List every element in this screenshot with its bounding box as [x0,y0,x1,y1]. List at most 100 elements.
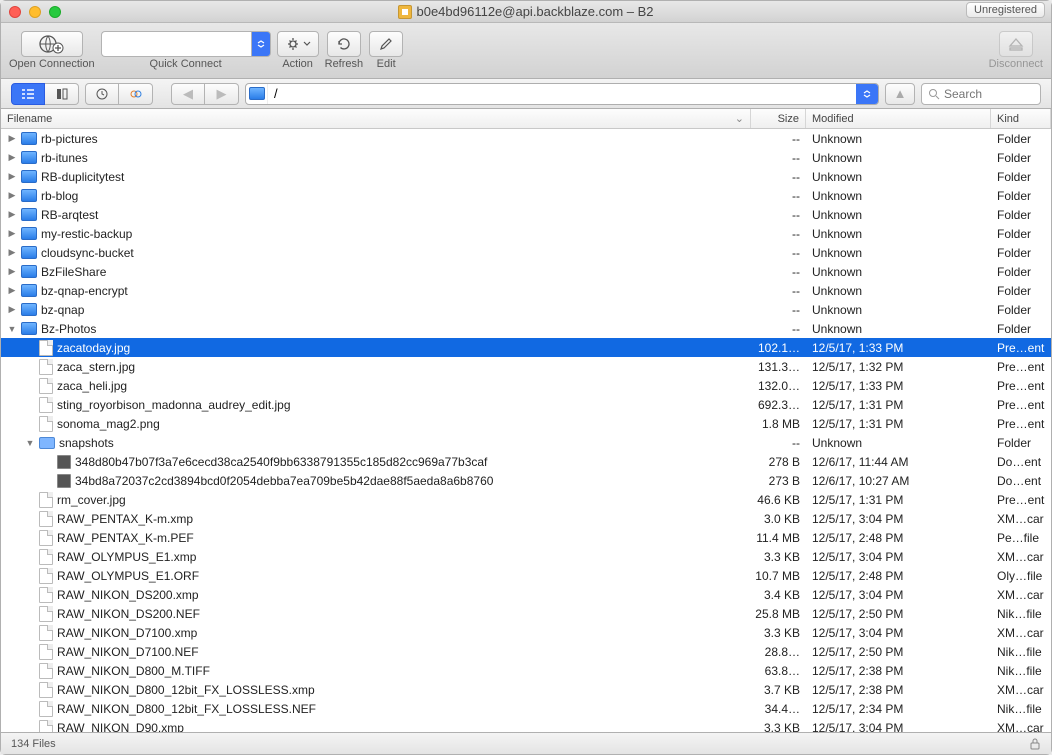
table-row[interactable]: ▶bz-qnap-encrypt--UnknownFolder [1,281,1051,300]
window-title-text: b0e4bd96112e@api.backblaze.com – B2 [416,4,653,19]
disclosure-triangle[interactable]: ▶ [7,133,17,144]
outline-view-button[interactable] [11,83,45,105]
search-box[interactable] [921,83,1041,105]
bonjour-button[interactable] [119,83,153,105]
column-filename[interactable]: Filename ⌄ [1,109,751,128]
outline-view-icon [20,87,36,101]
action-button[interactable] [277,31,319,57]
table-row[interactable]: RAW_OLYMPUS_E1.xmp3.3 KB12/5/17, 3:04 PM… [1,547,1051,566]
file-list[interactable]: ▶rb-pictures--UnknownFolder▶rb-itunes--U… [1,129,1051,732]
history-button[interactable] [85,83,119,105]
edit-button[interactable] [369,31,403,57]
disclosure-triangle[interactable]: ▶ [7,285,17,296]
disclosure-triangle[interactable]: ▶ [7,152,17,163]
table-row[interactable]: ▶BzFileShare--UnknownFolder [1,262,1051,281]
path-dropdown[interactable] [856,84,878,104]
path-text[interactable]: / [268,84,856,104]
drive-icon [21,151,37,164]
table-row[interactable]: ▶rb-itunes--UnknownFolder [1,148,1051,167]
table-row[interactable]: RAW_OLYMPUS_E1.ORF10.7 MB12/5/17, 2:48 P… [1,566,1051,585]
file-modified: 12/5/17, 1:33 PM [806,379,991,393]
file-kind: Do…ent [991,474,1051,488]
drive-icon [21,246,37,259]
file-kind: Folder [991,246,1051,260]
file-kind: Pre…ent [991,493,1051,507]
file-name: sonoma_mag2.png [57,417,160,431]
table-row[interactable]: sonoma_mag2.png1.8 MB12/5/17, 1:31 PMPre… [1,414,1051,433]
file-kind: XM…car [991,721,1051,733]
disconnect-label: Disconnect [989,58,1043,70]
file-kind: Folder [991,265,1051,279]
table-row[interactable]: ▶rb-pictures--UnknownFolder [1,129,1051,148]
file-size: 273 B [751,474,806,488]
unregistered-button[interactable]: Unregistered [966,2,1045,18]
file-modified: 12/5/17, 3:04 PM [806,588,991,602]
disclosure-triangle[interactable]: ▼ [25,438,35,448]
up-button[interactable]: ▲ [885,83,915,105]
file-icon [39,720,53,733]
table-row[interactable]: RAW_PENTAX_K-m.xmp3.0 KB12/5/17, 3:04 PM… [1,509,1051,528]
table-row[interactable]: zaca_heli.jpg132.0…12/5/17, 1:33 PMPre…e… [1,376,1051,395]
disclosure-triangle[interactable]: ▶ [7,209,17,220]
table-row[interactable]: ▶RB-arqtest--UnknownFolder [1,205,1051,224]
column-size[interactable]: Size [751,109,806,128]
disclosure-triangle[interactable]: ▶ [7,304,17,315]
file-name: RB-duplicitytest [41,170,124,184]
table-row[interactable]: RAW_NIKON_DS200.xmp3.4 KB12/5/17, 3:04 P… [1,585,1051,604]
table-row[interactable]: 34bd8a72037c2cd3894bcd0f2054debba7ea709b… [1,471,1051,490]
table-row[interactable]: ▶rb-blog--UnknownFolder [1,186,1051,205]
disclosure-triangle[interactable]: ▶ [7,266,17,277]
file-name: cloudsync-bucket [41,246,134,260]
table-row[interactable]: sting_royorbison_madonna_audrey_edit.jpg… [1,395,1051,414]
table-row[interactable]: RAW_NIKON_DS200.NEF25.8 MB12/5/17, 2:50 … [1,604,1051,623]
refresh-button[interactable] [327,31,361,57]
disconnect-button[interactable] [999,31,1033,57]
list-view-button[interactable] [45,83,79,105]
file-size: -- [751,265,806,279]
file-name: rb-blog [41,189,78,203]
column-kind[interactable]: Kind [991,109,1051,128]
search-input[interactable] [944,87,1024,101]
quick-connect-label: Quick Connect [150,58,222,70]
disclosure-triangle[interactable]: ▼ [7,324,17,334]
file-size: -- [751,170,806,184]
file-size: 3.3 KB [751,550,806,564]
table-row[interactable]: ▶bz-qnap--UnknownFolder [1,300,1051,319]
table-row[interactable]: zaca_stern.jpg131.3…12/5/17, 1:32 PMPre…… [1,357,1051,376]
file-name: bz-qnap [41,303,84,317]
table-row[interactable]: RAW_NIKON_D800_12bit_FX_LOSSLESS.xmp3.7 … [1,680,1051,699]
file-size: 63.8… [751,664,806,678]
table-row[interactable]: 348d80b47b07f3a7e6cecd38ca2540f9bb633879… [1,452,1051,471]
window-title: b0e4bd96112e@api.backblaze.com – B2 [1,4,1051,19]
quick-connect-dropdown[interactable] [251,31,271,57]
open-connection-button[interactable] [21,31,83,57]
action-label: Action [282,58,313,70]
table-row[interactable]: ▶RB-duplicitytest--UnknownFolder [1,167,1051,186]
table-row[interactable]: RAW_NIKON_D90.xmp3.3 KB12/5/17, 3:04 PMX… [1,718,1051,732]
table-row[interactable]: RAW_NIKON_D7100.xmp3.3 KB12/5/17, 3:04 P… [1,623,1051,642]
table-row[interactable]: zacatoday.jpg102.1…12/5/17, 1:33 PMPre…e… [1,338,1051,357]
nav-segment: ◀ ▶ [171,83,239,105]
table-row[interactable]: RAW_NIKON_D7100.NEF28.8…12/5/17, 2:50 PM… [1,642,1051,661]
disclosure-triangle[interactable]: ▶ [7,247,17,258]
table-row[interactable]: ▶cloudsync-bucket--UnknownFolder [1,243,1051,262]
forward-button[interactable]: ▶ [205,83,239,105]
disclosure-triangle[interactable]: ▶ [7,190,17,201]
table-row[interactable]: RAW_PENTAX_K-m.PEF11.4 MB12/5/17, 2:48 P… [1,528,1051,547]
table-row[interactable]: RAW_NIKON_D800_12bit_FX_LOSSLESS.NEF34.4… [1,699,1051,718]
table-row[interactable]: ▶my-restic-backup--UnknownFolder [1,224,1051,243]
table-row[interactable]: rm_cover.jpg46.6 KB12/5/17, 1:31 PMPre…e… [1,490,1051,509]
column-modified[interactable]: Modified [806,109,991,128]
quick-connect[interactable] [101,31,271,57]
disclosure-triangle[interactable]: ▶ [7,228,17,239]
quick-connect-input[interactable] [101,31,251,57]
file-kind: Pre…ent [991,398,1051,412]
file-modified: 12/5/17, 2:38 PM [806,683,991,697]
disclosure-triangle[interactable]: ▶ [7,171,17,182]
table-row[interactable]: ▼Bz-Photos--UnknownFolder [1,319,1051,338]
drive-icon [21,322,37,335]
table-row[interactable]: RAW_NIKON_D800_M.TIFF63.8…12/5/17, 2:38 … [1,661,1051,680]
back-button[interactable]: ◀ [171,83,205,105]
path-bar[interactable]: / [245,83,879,105]
table-row[interactable]: ▼snapshots--UnknownFolder [1,433,1051,452]
